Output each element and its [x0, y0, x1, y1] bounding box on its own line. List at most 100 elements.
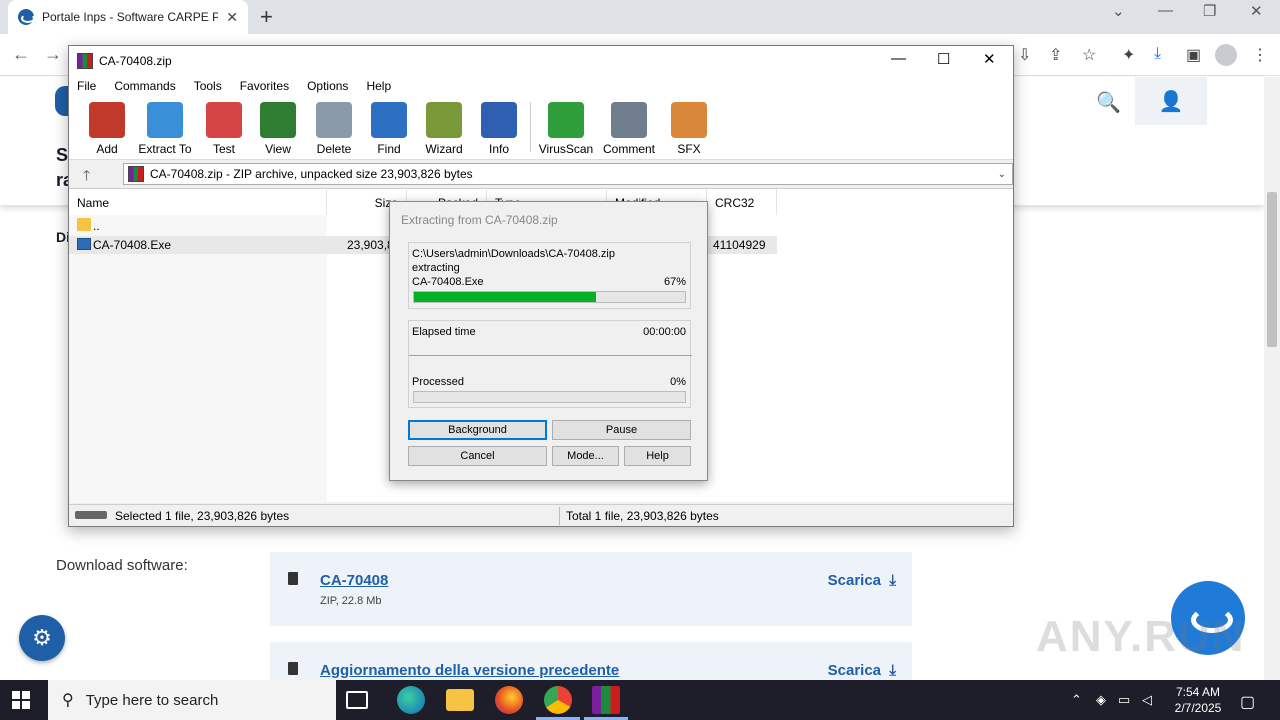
row-size: 23,903,8	[347, 238, 394, 252]
menu-help[interactable]: Help	[366, 79, 391, 93]
drive-icon	[75, 511, 107, 519]
scarica-button[interactable]: Scarica ⤓	[828, 662, 896, 679]
processed-progress-bar	[413, 391, 686, 403]
site-user-icon[interactable]: 👤	[1135, 77, 1207, 125]
browser-tab[interactable]: Portale Inps - Software CARPE P ✕	[8, 0, 248, 34]
download-arrow-icon: ⤓	[889, 572, 896, 589]
winrar-address-bar: 🡑 CA-70408.zip - ZIP archive, unpacked s…	[69, 161, 1013, 187]
tool-wizard-button[interactable]: Wizard	[413, 102, 475, 156]
tool-comment-button[interactable]: Comment	[598, 102, 660, 156]
tool-label: Wizard	[425, 142, 463, 156]
background-button[interactable]: Background	[408, 420, 547, 440]
tool-sfx-button[interactable]: SFX	[658, 102, 720, 156]
tool-virusscan-button[interactable]: VirusScan	[535, 102, 597, 156]
winrar-maximize-button[interactable]: ☐	[937, 50, 950, 68]
profile-avatar[interactable]	[1215, 44, 1237, 66]
tool-label: Add	[96, 142, 118, 156]
tool-find-button[interactable]: Find	[358, 102, 420, 156]
bookmark-star-icon[interactable]: ☆	[1082, 45, 1096, 65]
winrar-titlebar: CA-70408.zip — ☐ ✕	[69, 46, 1013, 76]
windows-start-icon[interactable]	[12, 691, 30, 709]
firefox-icon[interactable]	[495, 686, 523, 714]
winrar-toolbar: Add Extract To Test View Delete Find Wiz…	[69, 96, 1013, 160]
tab-search-icon[interactable]: ⌄	[1112, 2, 1125, 20]
dialog-title: Extracting from CA-70408.zip	[401, 213, 558, 227]
extract-to-icon	[147, 102, 183, 138]
tool-test-button[interactable]: Test	[193, 102, 255, 156]
network-icon[interactable]: ◈	[1096, 692, 1106, 708]
task-view-icon[interactable]	[346, 691, 368, 709]
menu-favorites[interactable]: Favorites	[240, 79, 289, 93]
archive-path-combo[interactable]: CA-70408.zip - ZIP archive, unpacked siz…	[123, 163, 1013, 185]
download-section-title: Download software:	[56, 557, 188, 574]
find-icon	[371, 102, 407, 138]
status-selected: Selected 1 file, 23,903,826 bytes	[115, 509, 290, 523]
column-header-crc32[interactable]: CRC32	[707, 189, 777, 215]
share-icon[interactable]: ⇪	[1049, 45, 1062, 65]
chrome-icon[interactable]	[536, 686, 580, 720]
install-icon[interactable]: ⇩	[1018, 45, 1031, 65]
site-search-icon[interactable]: 🔍	[1096, 90, 1121, 115]
tool-add-button[interactable]: Add	[76, 102, 138, 156]
system-clock[interactable]: 7:54 AM 2/7/2025	[1168, 684, 1228, 716]
download-link[interactable]: Aggiornamento della versione precedente	[320, 662, 619, 679]
restore-button[interactable]: ❐	[1203, 2, 1216, 20]
pause-button[interactable]: Pause	[552, 420, 691, 440]
forward-button[interactable]: →	[44, 44, 62, 65]
extensions-icon[interactable]: ✦	[1122, 45, 1135, 65]
scrollbar-thumb[interactable]	[1267, 192, 1277, 347]
tool-delete-button[interactable]: Delete	[303, 102, 365, 156]
menu-icon[interactable]: ⋮	[1252, 45, 1268, 65]
notification-icon[interactable]: ▢	[1240, 692, 1255, 712]
new-tab-button[interactable]: +	[260, 4, 273, 30]
tool-view-button[interactable]: View	[247, 102, 309, 156]
menu-commands[interactable]: Commands	[114, 79, 175, 93]
downloads-icon[interactable]: ⤓	[1154, 45, 1161, 63]
wifi-icon[interactable]: ▭	[1118, 692, 1130, 708]
taskbar-search-box[interactable]: ⚲ Type here to search	[48, 680, 336, 720]
clock-time: 7:54 AM	[1175, 685, 1221, 699]
up-folder-icon[interactable]: 🡑	[83, 165, 90, 189]
scarica-label: Scarica	[827, 662, 882, 679]
winrar-taskbar-icon[interactable]	[584, 686, 628, 720]
scarica-button[interactable]: Scarica ⤓	[828, 572, 896, 589]
tab-close-icon[interactable]: ✕	[226, 9, 238, 26]
folder-icon	[77, 218, 91, 231]
minimize-button[interactable]: —	[1158, 2, 1173, 19]
comment-icon	[611, 102, 647, 138]
tray-chevron-icon[interactable]: ⌃	[1071, 692, 1082, 708]
menu-options[interactable]: Options	[307, 79, 348, 93]
cancel-button[interactable]: Cancel	[408, 446, 547, 466]
status-divider	[559, 507, 560, 525]
file-icon	[288, 662, 298, 675]
scarica-label: Scarica	[827, 572, 882, 589]
toolbar-separator	[530, 102, 531, 152]
current-file-panel: C:\Users\admin\Downloads\CA-70408.zip ex…	[408, 242, 691, 309]
chevron-down-icon[interactable]: ⌄	[998, 169, 1012, 180]
menu-file[interactable]: File	[77, 79, 96, 93]
mode-button[interactable]: Mode...	[552, 446, 619, 466]
tool-label: Test	[212, 142, 235, 156]
tool-info-button[interactable]: Info	[468, 102, 530, 156]
back-button[interactable]: ←	[12, 44, 30, 65]
volume-icon[interactable]: ◁	[1142, 692, 1152, 708]
winrar-minimize-button[interactable]: —	[891, 50, 906, 67]
clock-date: 2/7/2025	[1174, 701, 1222, 715]
download-link[interactable]: CA-70408	[320, 572, 388, 589]
archive-path: C:\Users\admin\Downloads\CA-70408.zip	[412, 248, 615, 260]
elapsed-label: Elapsed time	[412, 326, 476, 338]
winrar-close-button[interactable]: ✕	[983, 50, 996, 68]
menu-tools[interactable]: Tools	[194, 79, 222, 93]
edge-icon[interactable]	[397, 686, 425, 714]
accessibility-settings-button[interactable]: ⚙	[19, 615, 65, 661]
page-scrollbar[interactable]	[1264, 77, 1280, 680]
side-panel-icon[interactable]: ▣	[1186, 45, 1201, 65]
file-explorer-icon[interactable]	[446, 689, 474, 711]
close-window-button[interactable]: ✕	[1250, 2, 1263, 20]
search-icon: ⚲	[62, 692, 74, 709]
processed-label: Processed	[412, 376, 464, 388]
help-button[interactable]: Help	[624, 446, 691, 466]
delete-icon	[316, 102, 352, 138]
column-header-name[interactable]: Name	[69, 189, 327, 215]
tool-extract-to-button[interactable]: Extract To	[134, 102, 196, 156]
